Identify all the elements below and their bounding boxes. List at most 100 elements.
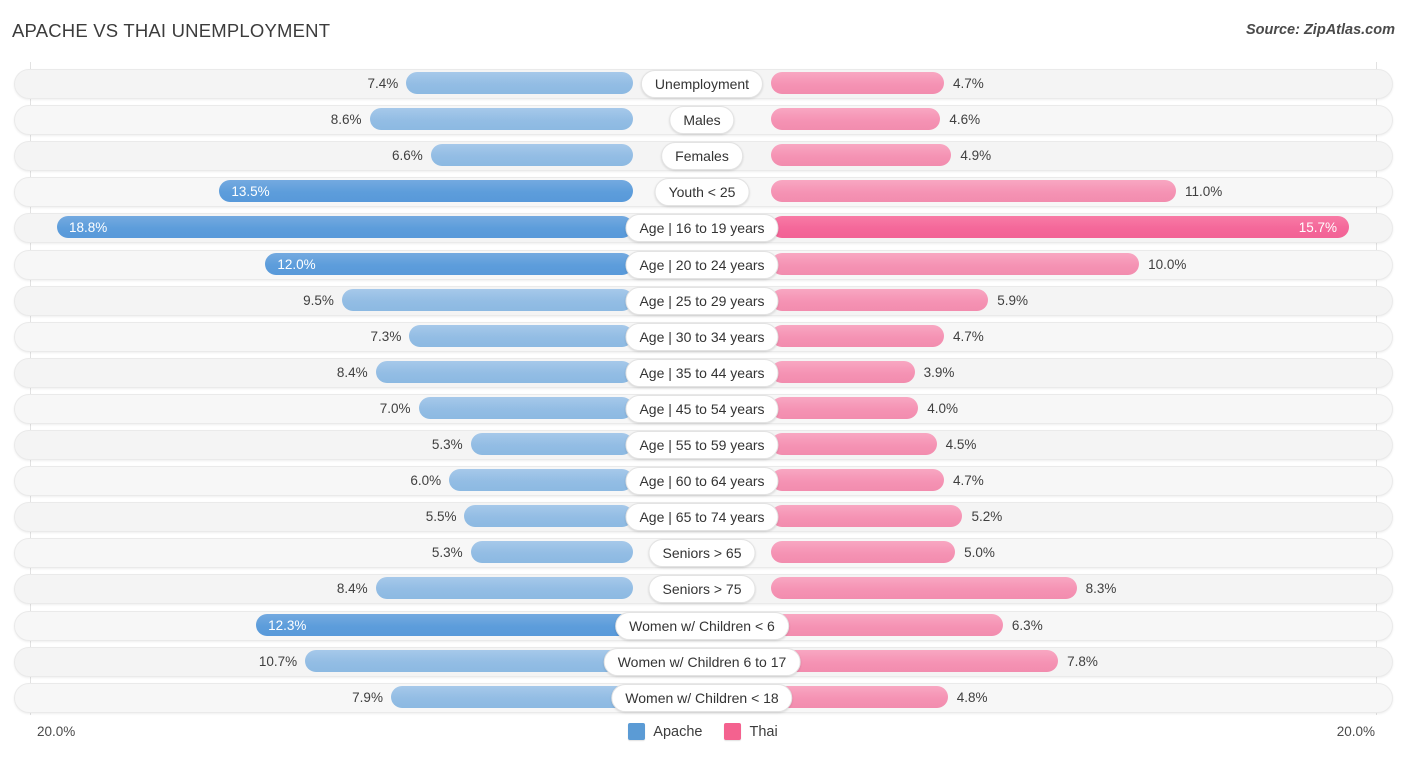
bar-value-apache: 13.5% — [231, 184, 270, 200]
category-label-pill[interactable]: Age | 30 to 34 years — [625, 322, 779, 351]
bar-thai[interactable] — [771, 324, 945, 347]
bar-value-thai: 3.9% — [923, 364, 955, 380]
category-label-pill[interactable]: Age | 20 to 24 years — [625, 250, 779, 279]
legend-item-thai[interactable]: Thai — [724, 723, 778, 740]
bar-apache[interactable] — [57, 216, 633, 239]
category-label-pill[interactable]: Age | 55 to 59 years — [625, 431, 779, 459]
bar-thai[interactable] — [771, 216, 1349, 239]
bar-thai[interactable] — [771, 685, 948, 708]
bar-value-apache: 9.5% — [303, 292, 334, 308]
category-label-pill[interactable]: Women w/ Children 6 to 17 — [603, 647, 801, 676]
bar-thai[interactable] — [771, 613, 1003, 636]
bar-value-thai: 8.3% — [1085, 581, 1117, 597]
bar-thai[interactable] — [771, 144, 952, 167]
category-label-pill[interactable]: Unemployment — [640, 70, 764, 98]
bar-value-thai: 4.6% — [949, 112, 981, 128]
bar-apache[interactable] — [464, 505, 633, 528]
chart-plot-area: 7.4% 4.7% Unemployment 8.6% 4.6% Males 6.6% 4.9… — [0, 62, 1406, 715]
chart-header: APACHE VS THAI UNEMPLOYMENT Source: ZipA… — [0, 0, 1406, 62]
category-label-pill[interactable]: Seniors > 75 — [648, 575, 756, 604]
bar-value-apache: 5.3% — [431, 545, 463, 561]
bar-thai[interactable] — [771, 180, 1176, 203]
bar-value-thai: 4.5% — [945, 437, 977, 452]
bar-value-apache: 10.7% — [258, 653, 298, 669]
bar-thai[interactable] — [771, 649, 1059, 672]
bar-apache[interactable] — [409, 324, 633, 347]
legend-swatch-apache — [628, 723, 646, 740]
bar-value-thai: 7.8% — [1067, 653, 1098, 669]
legend-swatch-thai — [724, 723, 742, 740]
bar-thai[interactable] — [771, 108, 941, 131]
category-label-pill[interactable]: Males — [669, 106, 735, 135]
bar-thai[interactable] — [771, 360, 915, 383]
legend-item-apache[interactable]: Apache — [628, 723, 702, 740]
bar-value-thai: 5.0% — [964, 545, 995, 561]
bar-apache[interactable] — [390, 685, 633, 708]
bar-thai[interactable] — [771, 72, 945, 94]
bar-apache[interactable] — [369, 108, 633, 131]
category-label-pill[interactable]: Age | 16 to 19 years — [625, 214, 779, 243]
bar-thai[interactable] — [771, 541, 956, 564]
bar-thai[interactable] — [771, 577, 1077, 600]
bar-value-apache: 8.4% — [336, 581, 368, 597]
chart-footer: 20.0% Apache Thai 20.0% — [0, 715, 1406, 757]
bar-value-thai: 10.0% — [1148, 256, 1187, 272]
category-label-pill[interactable]: Age | 25 to 29 years — [625, 286, 779, 315]
bar-value-apache: 12.0% — [277, 256, 316, 272]
category-label-pill[interactable]: Seniors > 65 — [648, 539, 756, 568]
bar-value-thai: 4.7% — [953, 473, 984, 489]
category-label-pill[interactable]: Women w/ Children < 18 — [611, 683, 793, 712]
bar-thai[interactable] — [771, 433, 937, 455]
bar-value-thai: 15.7% — [1298, 220, 1337, 236]
bar-thai[interactable] — [771, 396, 919, 419]
legend-label-thai: Thai — [749, 723, 778, 740]
bar-thai[interactable] — [771, 252, 1140, 275]
bar-apache[interactable] — [449, 469, 633, 492]
bar-value-thai: 11.0% — [1184, 184, 1223, 200]
category-label-pill[interactable]: Age | 45 to 54 years — [625, 394, 779, 423]
bar-value-thai: 6.3% — [1011, 617, 1043, 633]
bar-value-thai: 4.9% — [960, 148, 992, 164]
bar-apache[interactable] — [470, 541, 633, 564]
category-label-pill[interactable]: Age | 65 to 74 years — [625, 503, 779, 532]
bar-value-apache: 5.3% — [431, 437, 463, 452]
bar-value-apache: 5.5% — [425, 509, 457, 525]
bar-apache[interactable] — [219, 180, 633, 203]
bar-value-apache: 7.0% — [379, 400, 411, 416]
bar-value-thai: 4.7% — [953, 76, 984, 91]
bar-thai[interactable] — [771, 288, 989, 311]
bar-value-apache: 7.3% — [370, 328, 402, 344]
bar-apache[interactable] — [430, 144, 633, 167]
bar-value-apache: 6.6% — [392, 148, 423, 164]
bar-value-thai: 4.0% — [927, 400, 959, 416]
bar-value-apache: 8.4% — [336, 364, 368, 380]
bar-apache[interactable] — [418, 396, 633, 419]
bar-apache[interactable] — [256, 613, 633, 636]
bar-value-apache: 7.9% — [352, 689, 383, 705]
bar-value-apache: 7.4% — [367, 76, 399, 91]
bar-value-apache: 12.3% — [268, 617, 307, 633]
bar-apache[interactable] — [265, 252, 633, 275]
bar-thai[interactable] — [771, 505, 963, 528]
category-label-pill[interactable]: Age | 35 to 44 years — [625, 358, 779, 387]
bar-value-thai: 5.9% — [997, 292, 1028, 308]
bar-apache[interactable] — [375, 577, 633, 600]
bar-apache[interactable] — [305, 649, 633, 672]
page-title: APACHE VS THAI UNEMPLOYMENT — [12, 20, 331, 41]
axis-label-right: 20.0% — [1336, 724, 1375, 739]
bar-thai[interactable] — [771, 469, 945, 492]
source-attribution: Source: ZipAtlas.com — [1245, 22, 1395, 38]
bar-value-apache: 18.8% — [69, 220, 108, 236]
bar-value-apache: 6.0% — [410, 473, 442, 489]
category-label-pill[interactable]: Youth < 25 — [654, 178, 750, 207]
bar-apache[interactable] — [406, 72, 633, 94]
bar-apache[interactable] — [341, 288, 633, 311]
bar-apache[interactable] — [375, 360, 633, 383]
bar-value-thai: 4.8% — [956, 689, 988, 705]
category-label-pill[interactable]: Women w/ Children < 6 — [615, 611, 789, 640]
legend-label-apache: Apache — [653, 723, 703, 740]
category-label-pill[interactable]: Females — [661, 142, 743, 171]
bar-value-thai: 5.2% — [971, 509, 1003, 525]
bar-apache[interactable] — [470, 433, 633, 455]
category-label-pill[interactable]: Age | 60 to 64 years — [625, 467, 779, 496]
